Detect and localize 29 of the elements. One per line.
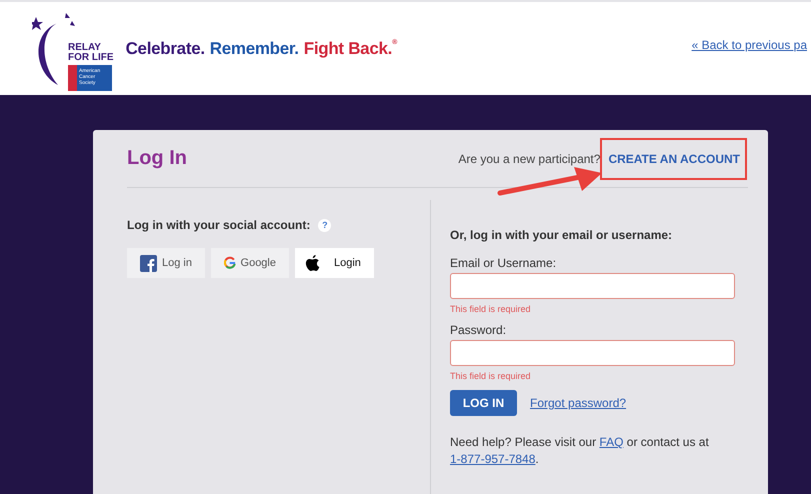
prompt-text: Are you a new participant? [458,152,600,166]
facebook-icon [140,254,157,272]
section-heading: Log in with your social account: [127,218,310,232]
logo-text: FOR LIFE [68,52,114,62]
error-message: This field is required [450,371,532,381]
page-title: Log In [127,147,188,170]
tagline-word: Remember. [210,38,299,58]
facebook-login-button[interactable]: Log in [127,248,205,278]
faq-link[interactable]: FAQ [599,435,624,449]
phone-link[interactable]: 1-877-957-7848 [450,452,536,466]
google-icon [224,256,236,270]
tagline-word: Celebrate. [126,38,205,58]
field-label: Password: [450,323,508,337]
google-login-button[interactable]: Google [211,248,289,278]
forgot-password-link[interactable]: Forgot password? [530,396,626,410]
error-message: This field is required [450,304,532,314]
section-heading: Or, log in with your email or username: [450,228,674,242]
apple-login-button[interactable]: Login [295,248,374,278]
help-icon[interactable]: ? [318,218,332,232]
back-link[interactable]: « Back to previous pa [692,38,807,52]
submit-button[interactable]: LOG IN [450,390,517,416]
tagline-word: Fight Back. [304,38,392,58]
input-field[interactable] [450,273,735,299]
input-field[interactable] [450,340,735,366]
create-account-link[interactable]: CREATE AN ACCOUNT [608,152,740,166]
logo-text: RELAY [68,42,102,52]
apple-icon [305,254,320,272]
field-label: Email or Username: [450,256,558,270]
help-text: Need help? Please visit our FAQ or contact us at 1-877-957-7848. [450,434,710,468]
